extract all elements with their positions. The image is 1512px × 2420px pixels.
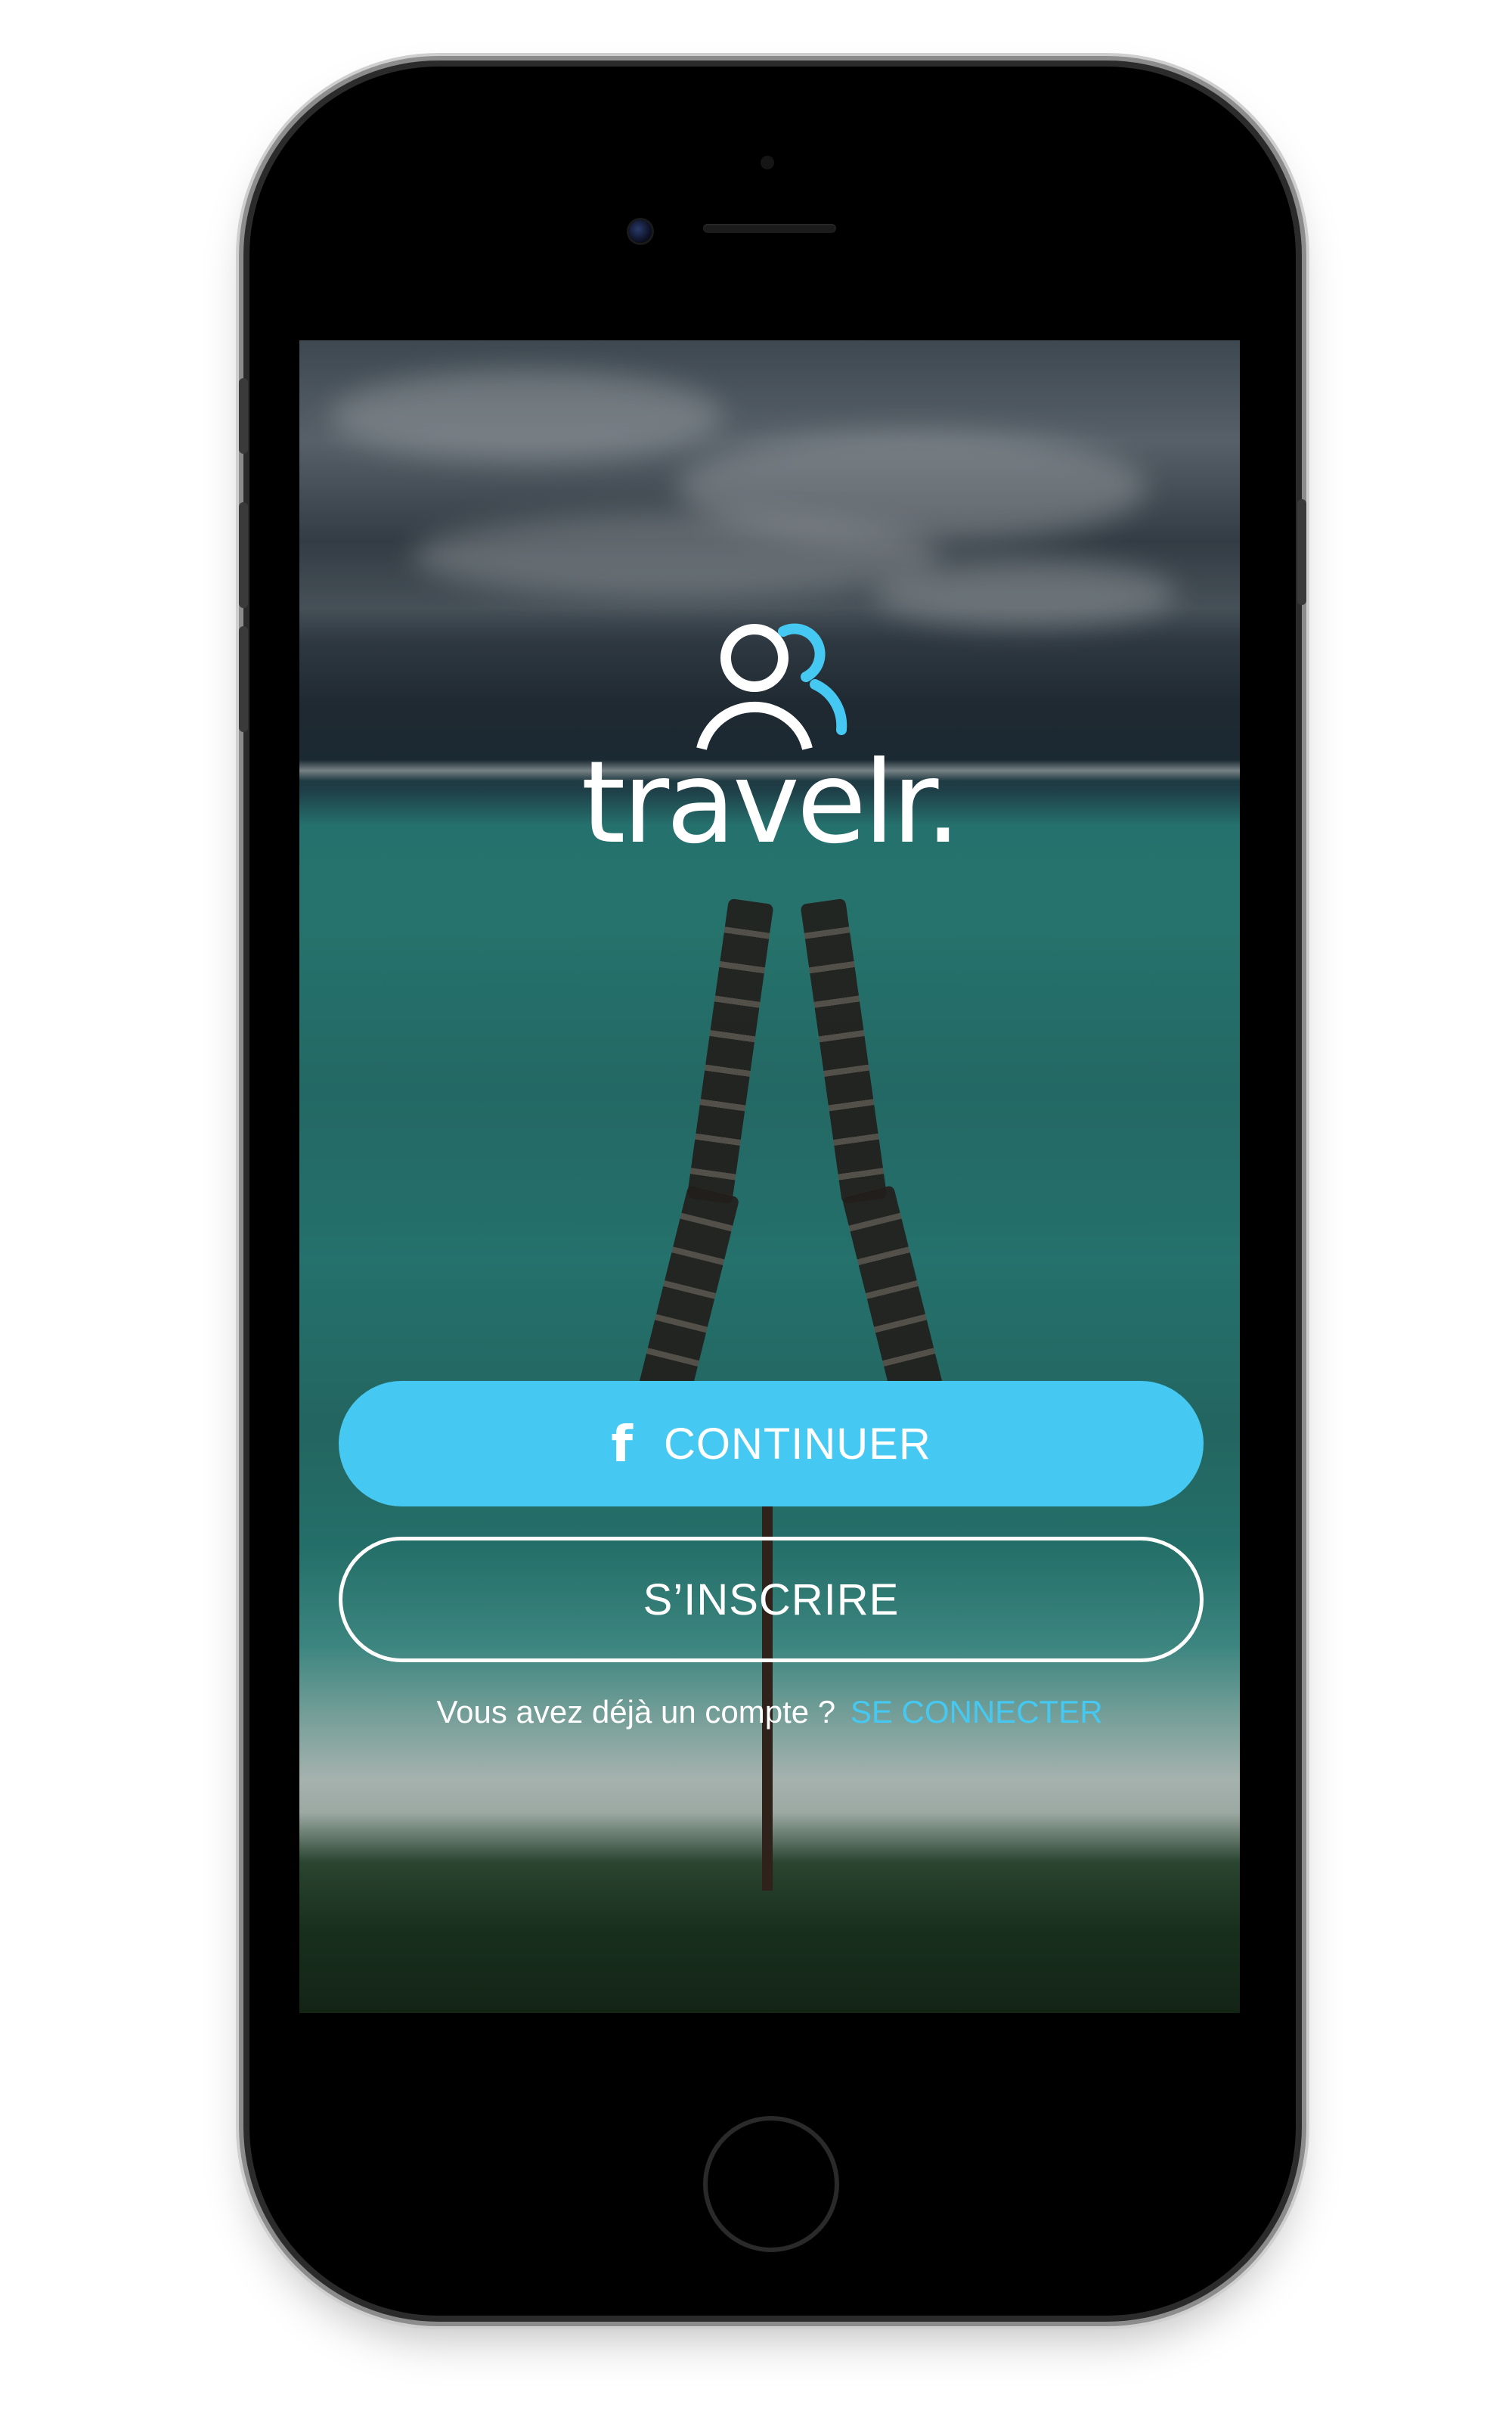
- phone-volume-up: [239, 502, 248, 608]
- signup-button[interactable]: S’INSCRIRE: [339, 1537, 1204, 1662]
- facebook-continue-label: CONTINUER: [663, 1419, 931, 1469]
- login-prompt: Vous avez déjà un compte ? SE CONNECTER: [299, 1694, 1240, 1730]
- front-camera-icon: [629, 220, 652, 243]
- facebook-icon: f: [611, 1414, 634, 1473]
- login-prompt-text: Vous avez déjà un compte ?: [436, 1694, 836, 1730]
- app-logo: travelr.: [299, 601, 1240, 860]
- login-link[interactable]: SE CONNECTER: [850, 1694, 1103, 1730]
- background-overlay: [299, 340, 1240, 2013]
- travelr-logo-icon: [696, 623, 847, 750]
- facebook-continue-button[interactable]: f CONTINUER: [339, 1381, 1204, 1506]
- speaker-grill: [703, 224, 836, 233]
- proximity-sensor: [761, 156, 774, 169]
- app-screen: travelr. f CONTINUER S’INSCRIRE Vous ave…: [299, 340, 1240, 2013]
- app-name: travelr.: [581, 737, 962, 869]
- signup-label: S’INSCRIRE: [643, 1575, 900, 1624]
- phone-volume-down: [239, 626, 248, 732]
- phone-mute-switch: [239, 378, 248, 454]
- home-button[interactable]: [703, 2116, 839, 2252]
- phone-power-button: [1297, 499, 1306, 605]
